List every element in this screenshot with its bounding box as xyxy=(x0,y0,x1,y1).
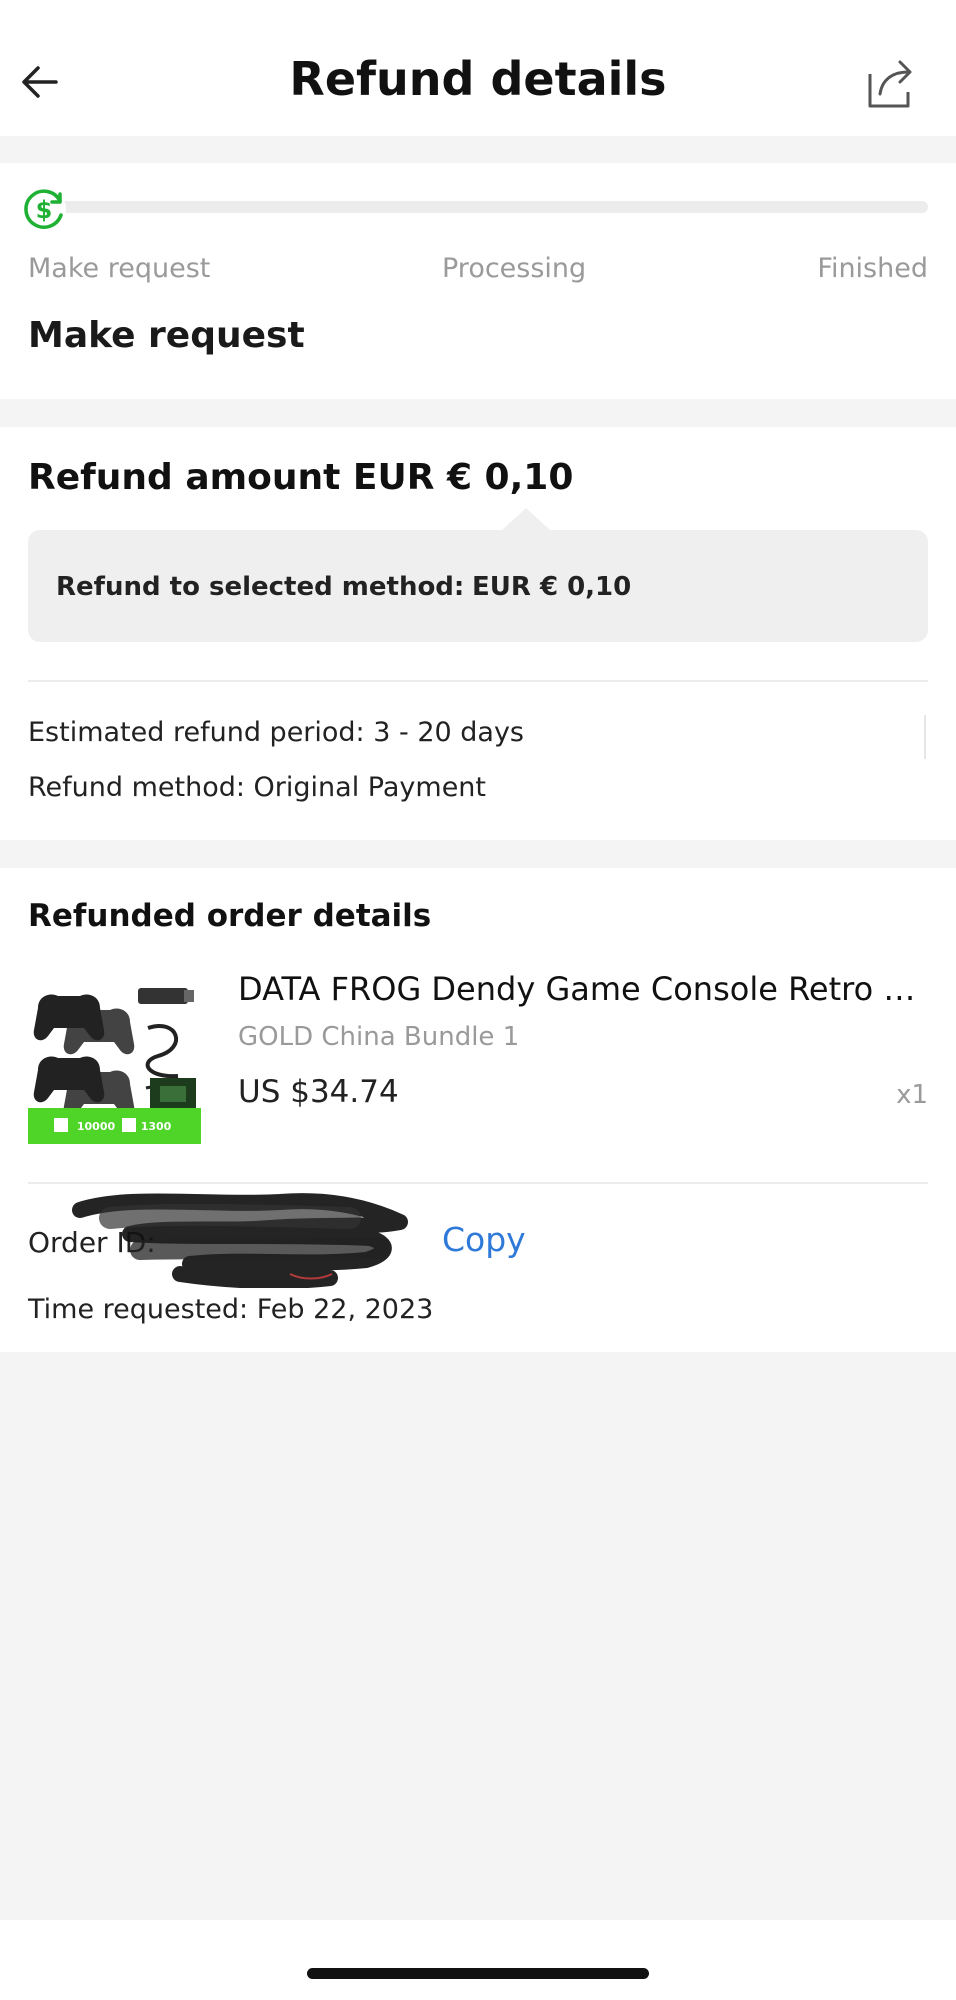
progress-track xyxy=(50,201,928,213)
step-make-request: Make request xyxy=(28,253,211,284)
copy-order-id-button[interactable]: Copy xyxy=(442,1220,526,1259)
current-step-title: Make request xyxy=(28,315,305,356)
product-image[interactable]: 10000 1300 xyxy=(28,978,201,1144)
home-indicator[interactable] xyxy=(307,1968,649,1979)
refund-method-box: Refund to selected method: EUR € 0,10 xyxy=(28,508,928,642)
page-title: Refund details xyxy=(289,52,667,106)
scroll-indicator xyxy=(924,715,926,759)
estimated-refund-period: Estimated refund period: 3 - 20 days xyxy=(28,717,524,748)
refund-amount-card: Refund amount EUR € 0,10 Refund to selec… xyxy=(0,427,956,840)
product-quantity: x1 xyxy=(896,1080,928,1110)
refund-method-value: EUR € 0,10 xyxy=(472,572,632,602)
svg-text:$: $ xyxy=(36,196,53,224)
time-requested: Time requested: Feb 22, 2023 xyxy=(28,1294,434,1325)
step-finished: Finished xyxy=(817,253,928,284)
product-price: US $34.74 xyxy=(238,1074,399,1110)
share-button[interactable] xyxy=(864,56,916,112)
refund-method-label: Refund to selected method: xyxy=(56,572,465,602)
redacted-order-id xyxy=(70,1188,440,1289)
svg-text:1300: 1300 xyxy=(141,1120,172,1133)
refund-method: Refund method: Original Payment xyxy=(28,772,486,803)
product-variant: GOLD China Bundle 1 xyxy=(238,1022,520,1052)
divider xyxy=(28,680,928,682)
refunded-order-card: Refunded order details 10000 1300 DATA F… xyxy=(0,868,956,1352)
refund-dollar-icon: $ xyxy=(20,185,68,233)
refund-box-pointer xyxy=(502,508,550,530)
step-processing: Processing xyxy=(442,253,587,284)
refund-amount-title: Refund amount EUR € 0,10 xyxy=(28,457,574,498)
share-icon xyxy=(868,60,912,108)
section-title: Refunded order details xyxy=(28,898,432,934)
home-indicator-area xyxy=(0,1920,956,2000)
top-bar: Refund details xyxy=(0,0,956,136)
refund-progress-card: $ Make request Processing Finished Make … xyxy=(0,163,956,399)
divider xyxy=(28,1182,928,1184)
svg-text:10000: 10000 xyxy=(77,1120,116,1133)
product-name[interactable]: DATA FROG Dendy Game Console Retro Vid..… xyxy=(238,970,928,1008)
